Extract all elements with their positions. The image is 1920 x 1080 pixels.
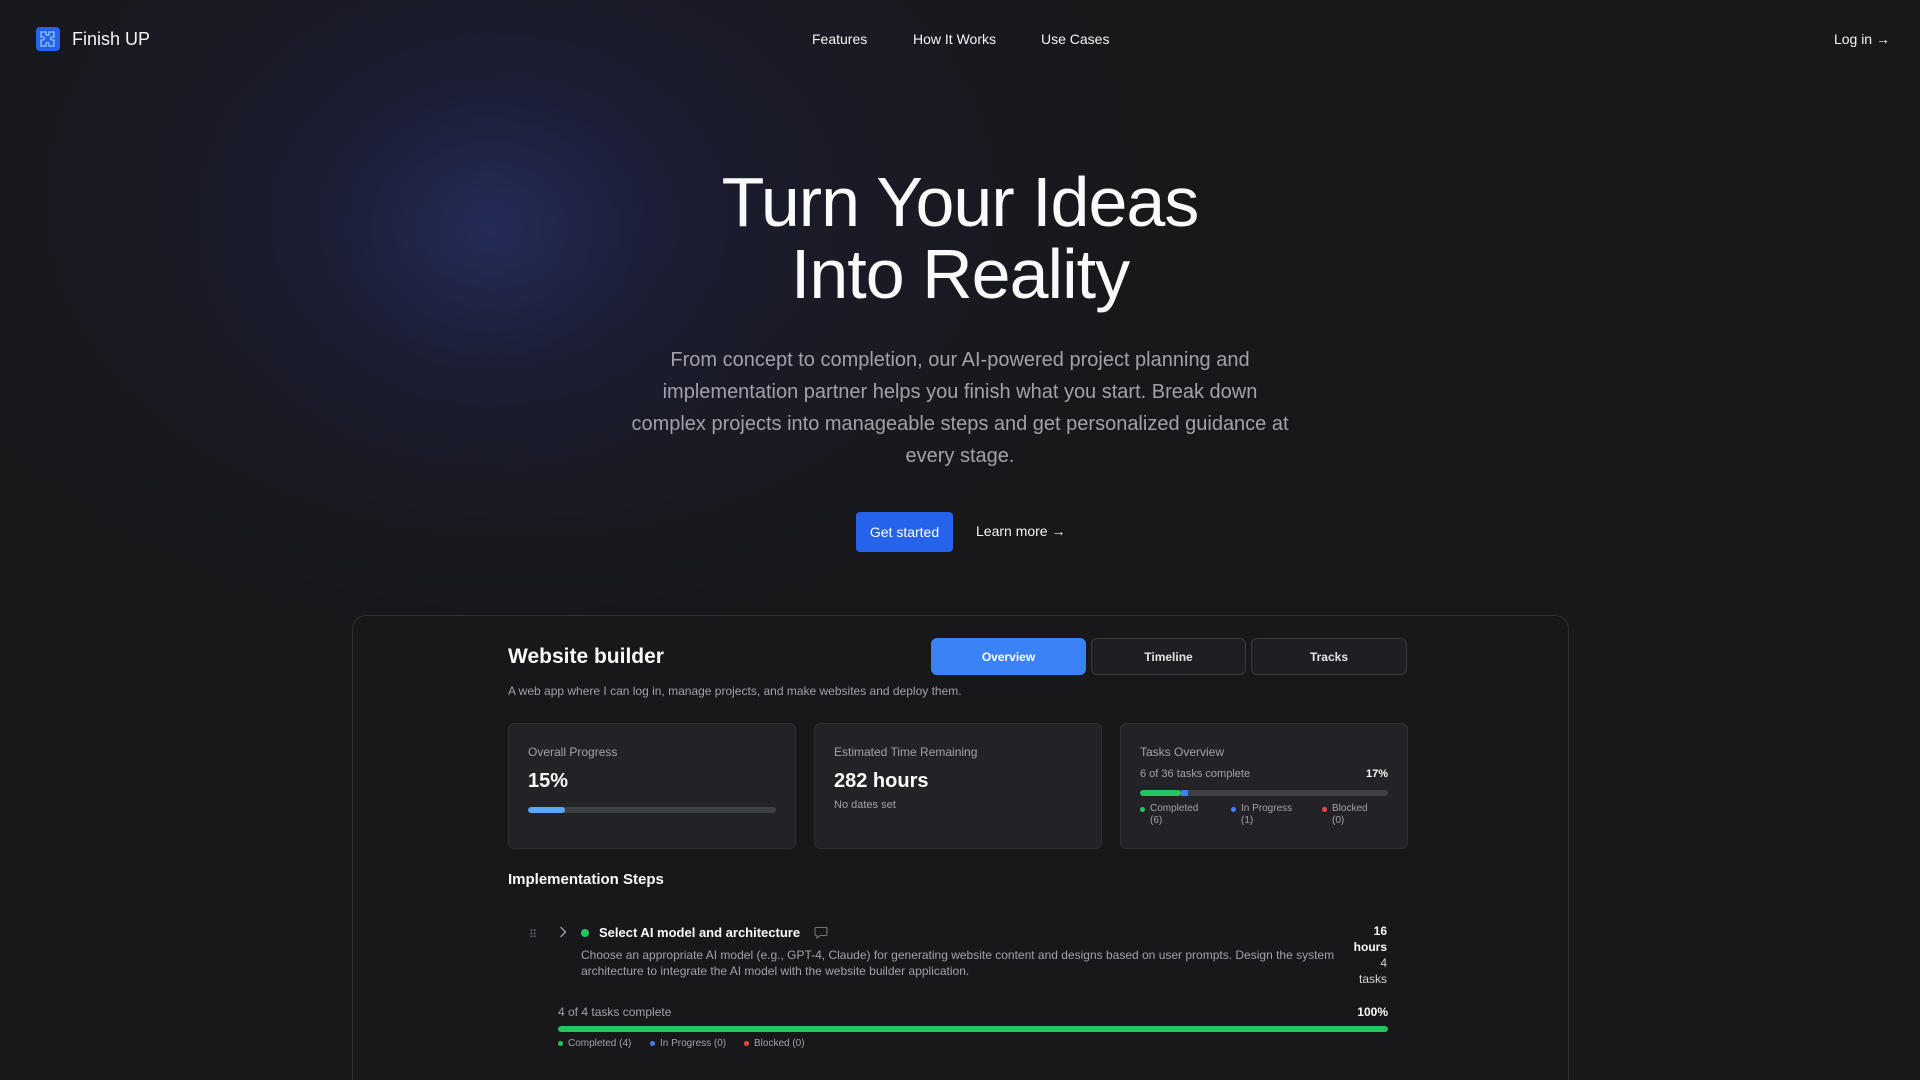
dates-status: No dates set bbox=[834, 799, 896, 811]
step-progress-bar bbox=[558, 1026, 1388, 1032]
tab-overview[interactable]: Overview bbox=[931, 638, 1086, 675]
blocked-dot-icon bbox=[744, 1041, 749, 1046]
nav-link-use-cases[interactable]: Use Cases bbox=[1041, 31, 1109, 47]
tab-timeline[interactable]: Timeline bbox=[1091, 638, 1246, 675]
app-preview: Website builder A web app where I can lo… bbox=[352, 615, 1569, 1080]
tasks-complete-count: 6 of 36 tasks complete bbox=[1140, 768, 1251, 780]
completed-dot-icon bbox=[1140, 807, 1145, 812]
get-started-button[interactable]: Get started bbox=[856, 512, 953, 552]
project-title: Website builder bbox=[508, 645, 664, 668]
learn-more-link[interactable]: Learn more → bbox=[976, 523, 1065, 539]
project-description: A web app where I can log in, manage pro… bbox=[508, 684, 962, 698]
legend-in-progress-count: (1) bbox=[1241, 815, 1254, 826]
step-legend-in-progress-label: In Progress (0) bbox=[660, 1038, 727, 1049]
overall-progress-fill bbox=[528, 807, 566, 813]
tasks-in-progress-fill bbox=[1181, 790, 1189, 796]
step-legend-blocked-label: Blocked (0) bbox=[754, 1038, 805, 1049]
legend-completed-label: Completed bbox=[1150, 803, 1199, 814]
step-legend-in-progress: In Progress (0) bbox=[650, 1038, 726, 1049]
hero-subtitle: From concept to completion, our AI-power… bbox=[631, 349, 1289, 467]
brand-name[interactable]: Finish UP bbox=[72, 29, 150, 50]
step-tasks-unit: tasks bbox=[1358, 972, 1387, 986]
legend-in-progress-label: In Progress bbox=[1241, 803, 1293, 814]
step-legend-completed-label: Completed (4) bbox=[568, 1038, 632, 1049]
step-hours-unit: hours bbox=[1353, 940, 1387, 954]
time-remaining-label: Estimated Time Remaining bbox=[834, 745, 978, 759]
legend-blocked-label: Blocked bbox=[1332, 803, 1368, 814]
legend-blocked: Blocked (0) bbox=[1322, 803, 1368, 827]
time-remaining-card: Estimated Time Remaining 282 hours No da… bbox=[814, 723, 1102, 849]
blocked-dot-icon bbox=[1322, 807, 1327, 812]
top-nav: Finish UP Features How It Works Use Case… bbox=[0, 0, 1920, 80]
completed-dot-icon bbox=[558, 1041, 563, 1046]
hero-title-line-1: Turn Your Ideas bbox=[721, 163, 1200, 241]
legend-in-progress: In Progress (1) bbox=[1231, 803, 1292, 827]
tasks-progress-bar bbox=[1140, 790, 1388, 796]
nav-link-how-it-works[interactable]: How It Works bbox=[913, 31, 996, 47]
step-description: Choose an appropriate AI model (e.g., GP… bbox=[581, 948, 1335, 978]
hero-title: Turn Your Ideas Into Reality bbox=[560, 166, 1360, 310]
overall-progress-card: Overall Progress 15% bbox=[508, 723, 796, 849]
chevron-right-icon[interactable] bbox=[556, 925, 570, 939]
step-estimate: 16 hours 4 tasks bbox=[1353, 923, 1387, 987]
step-legend-completed: Completed (4) bbox=[558, 1038, 631, 1049]
step-percent: 100% bbox=[1357, 1005, 1388, 1019]
implementation-steps-title: Implementation Steps bbox=[508, 871, 664, 888]
tasks-overview-card: Tasks Overview 6 of 36 tasks complete 17… bbox=[1120, 723, 1408, 849]
step-tasks-count: 4 of 4 tasks complete bbox=[558, 1005, 672, 1019]
step-hours-value: 16 bbox=[1373, 924, 1387, 938]
hero-title-line-2: Into Reality bbox=[790, 235, 1130, 313]
tasks-overview-label: Tasks Overview bbox=[1140, 745, 1225, 759]
tasks-completed-fill bbox=[1140, 790, 1182, 796]
login-link[interactable]: Log in → bbox=[1834, 31, 1890, 47]
legend-completed: Completed (6) bbox=[1140, 803, 1198, 827]
overall-progress-label: Overall Progress bbox=[528, 745, 618, 759]
legend-blocked-count: (0) bbox=[1332, 815, 1345, 826]
tasks-complete-percent: 17% bbox=[1365, 768, 1388, 780]
step-tasks-value: 4 bbox=[1380, 956, 1387, 970]
step-status-dot-icon bbox=[581, 929, 589, 937]
legend-completed-count: (6) bbox=[1150, 815, 1163, 826]
tab-tracks[interactable]: Tracks bbox=[1251, 638, 1407, 675]
overall-progress-bar bbox=[528, 807, 776, 813]
overall-progress-value: 15% bbox=[528, 770, 569, 792]
time-remaining-value: 282 hours bbox=[834, 770, 929, 792]
puzzle-icon[interactable] bbox=[36, 27, 60, 51]
in-progress-dot-icon bbox=[650, 1041, 655, 1046]
drag-handle-icon[interactable]: ⠿ bbox=[529, 928, 537, 941]
nav-link-features[interactable]: Features bbox=[812, 31, 867, 47]
step-progress-fill bbox=[558, 1026, 1388, 1032]
in-progress-dot-icon bbox=[1231, 807, 1236, 812]
step-legend-blocked: Blocked (0) bbox=[744, 1038, 805, 1049]
step-title[interactable]: Select AI model and architecture bbox=[599, 925, 800, 940]
comment-icon[interactable] bbox=[814, 926, 828, 939]
